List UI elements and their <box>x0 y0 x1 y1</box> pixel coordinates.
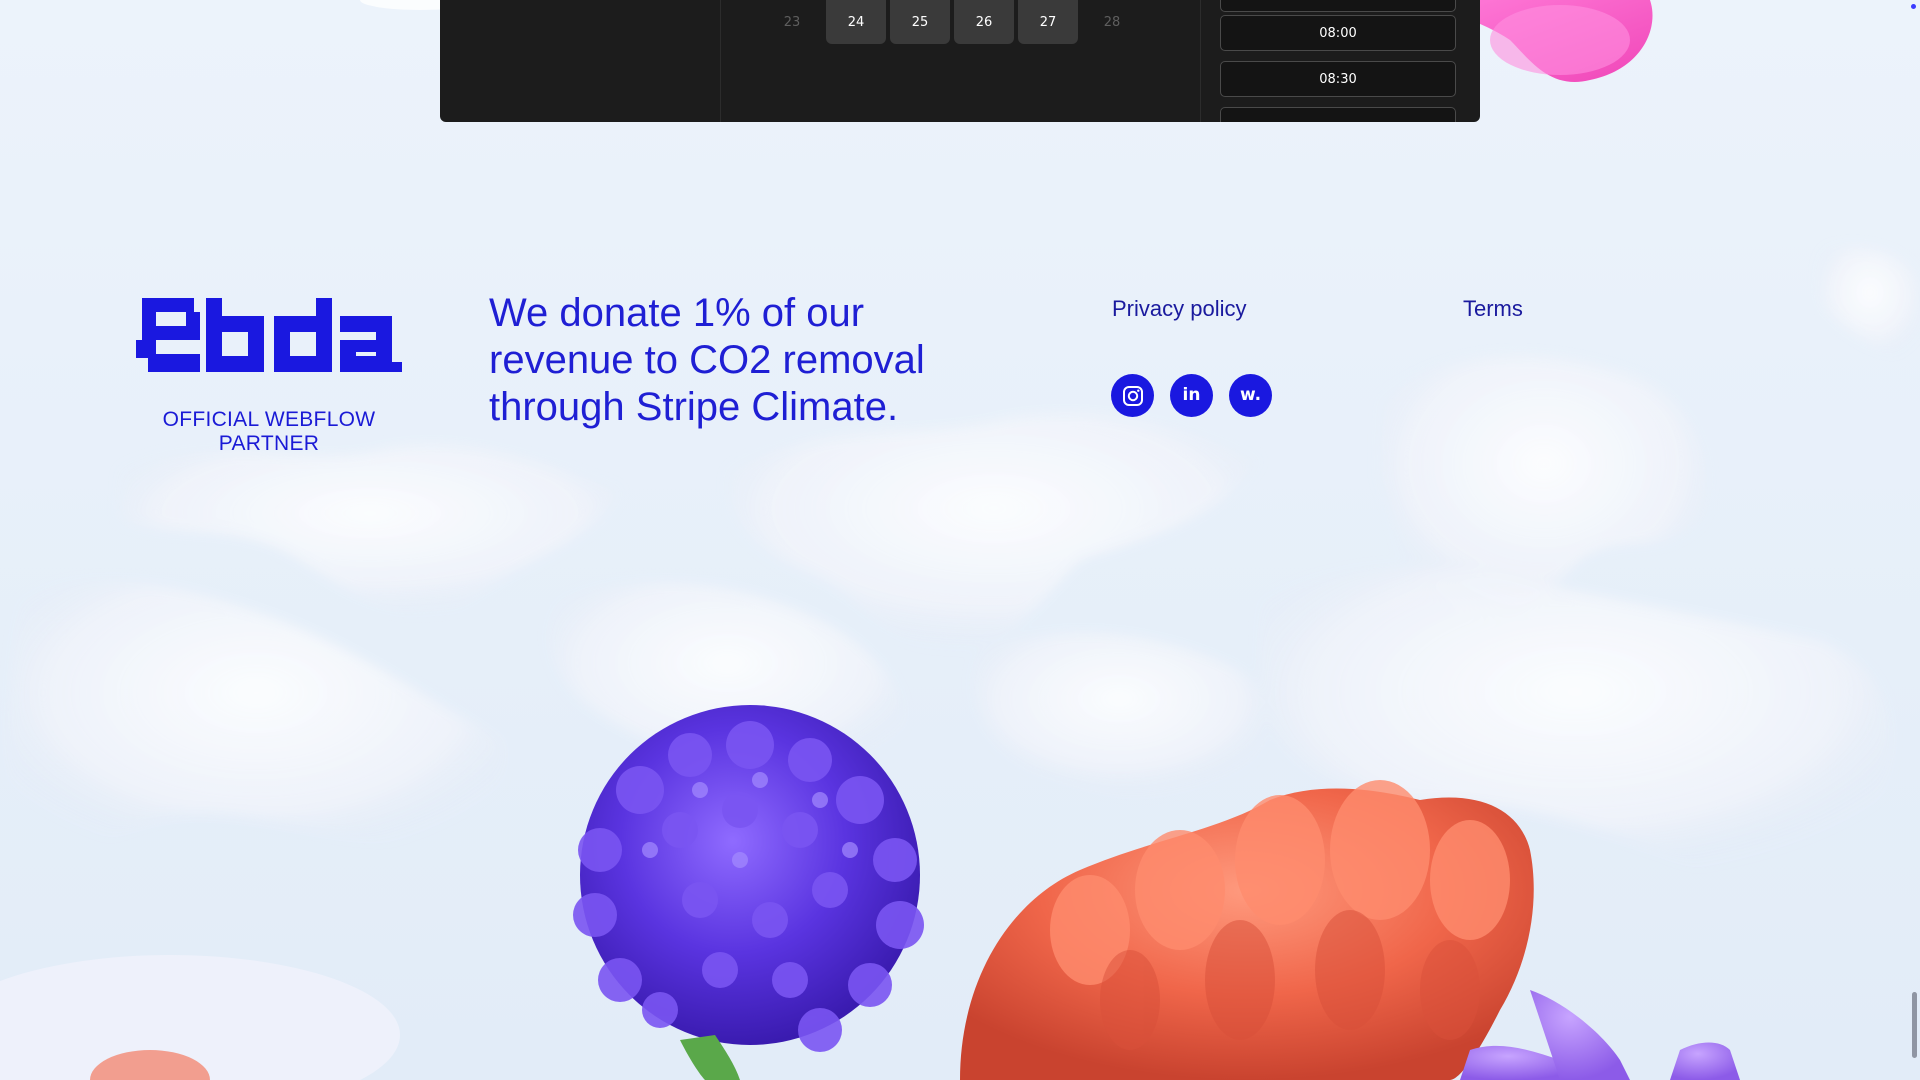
linkedin-icon: in <box>1182 385 1201 405</box>
calendar-day-25[interactable]: 25 <box>890 0 950 44</box>
widget-divider <box>720 0 721 122</box>
booking-widget: 23 24 25 26 27 28 08:00 08:30 <box>440 0 1480 122</box>
webflow-partner-label: OFFICIAL WEBFLOW PARTNER <box>162 408 376 455</box>
calendar-day-23: 23 <box>783 14 801 30</box>
calendar-day-24[interactable]: 24 <box>826 0 886 44</box>
ebda-logo[interactable] <box>136 294 402 376</box>
scrollbar-thumb[interactable] <box>1912 992 1917 1058</box>
time-slot-0830[interactable]: 08:30 <box>1220 61 1456 97</box>
page: 23 24 25 26 27 28 08:00 08:30 OFFICIAL W… <box>0 0 1920 1080</box>
time-slot-0800[interactable]: 08:00 <box>1220 15 1456 51</box>
donation-statement: We donate 1% of our revenue to CO2 remov… <box>489 291 925 429</box>
indicator-dot <box>1911 4 1916 9</box>
instagram-icon <box>1122 385 1143 406</box>
decorative-background <box>0 0 1920 1080</box>
webflow-icon: w. <box>1239 385 1262 405</box>
calendar-day-26[interactable]: 26 <box>954 0 1014 44</box>
privacy-policy-link[interactable]: Privacy policy <box>1112 296 1246 322</box>
widget-divider <box>1200 0 1201 122</box>
calendar-day-row: 23 24 25 26 27 28 <box>762 0 1142 44</box>
calendar-day-28: 28 <box>1103 14 1121 30</box>
terms-link[interactable]: Terms <box>1463 296 1523 322</box>
time-slot-partial[interactable] <box>1220 0 1456 12</box>
instagram-button[interactable] <box>1111 374 1154 417</box>
webflow-button[interactable]: w. <box>1229 374 1272 417</box>
linkedin-button[interactable]: in <box>1170 374 1213 417</box>
time-slot-partial[interactable] <box>1220 107 1456 122</box>
scrollbar[interactable] <box>1908 0 1920 1080</box>
calendar-day-27[interactable]: 27 <box>1018 0 1078 44</box>
social-links: in w. <box>1111 374 1272 417</box>
